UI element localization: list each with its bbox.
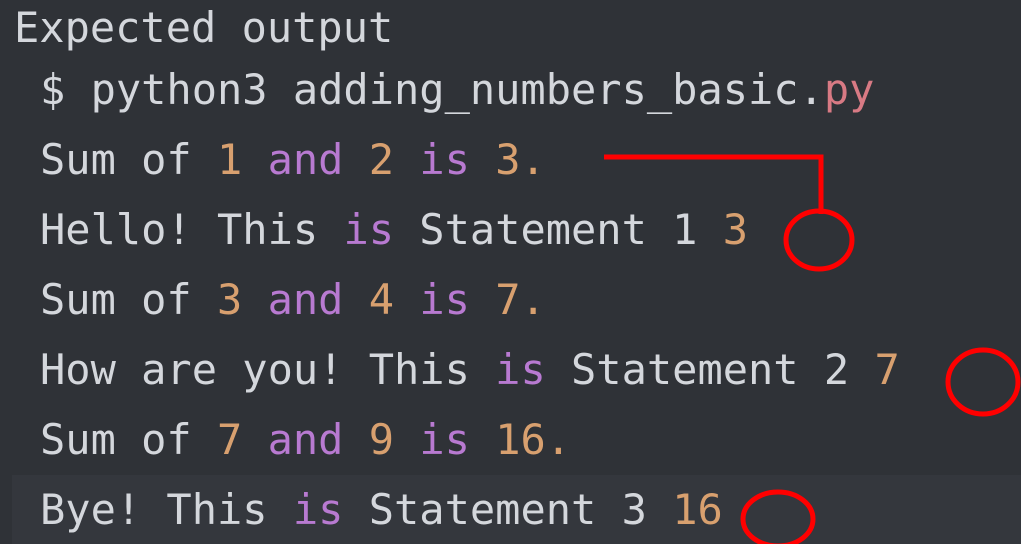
command-extension: py <box>823 65 875 114</box>
text-segment: Sum of <box>40 415 218 464</box>
output-line-2: Hello! This is Statement 1 3 <box>40 195 748 265</box>
text-segment: Sum of <box>40 275 218 324</box>
keyword-segment: is <box>495 345 546 394</box>
period-segment: . <box>520 135 546 184</box>
highlight-circle-1 <box>783 208 855 272</box>
command-text: $ python3 adding_numbers_basic. <box>40 65 824 114</box>
number-segment: 16 <box>495 415 546 464</box>
output-line-6: Bye! This is Statement 3 16 <box>12 475 1021 544</box>
highlight-circle-2 <box>945 347 1021 417</box>
command-line: $ python3 adding_numbers_basic.py <box>40 55 874 125</box>
number-segment: 7 <box>495 275 521 324</box>
text-segment: How are you! This <box>40 345 496 394</box>
text-segment: Statement 1 <box>394 205 723 254</box>
output-line-4: How are you! This is Statement 2 7 <box>40 335 900 405</box>
period-segment: . <box>545 415 572 464</box>
keyword-segment: is <box>394 275 496 324</box>
keyword-segment: and <box>242 415 369 464</box>
keyword-segment: is <box>394 415 496 464</box>
number-segment: 1 <box>217 135 243 184</box>
number-segment: 3 <box>722 205 749 254</box>
number-segment: 3 <box>495 135 521 184</box>
keyword-segment: is <box>292 485 344 534</box>
number-segment: 7 <box>874 345 900 394</box>
text-segment: Hello! This <box>40 205 344 254</box>
number-segment: 7 <box>217 415 243 464</box>
number-segment: 2 <box>368 135 395 184</box>
keyword-segment: is <box>394 135 496 184</box>
text-segment: Bye! This <box>40 485 293 534</box>
output-line-5: Sum of 7 and 9 is 16. <box>40 405 571 475</box>
number-segment: 3 <box>217 275 243 324</box>
text-segment: Statement 3 <box>343 485 673 534</box>
output-line-3: Sum of 3 and 4 is 7. <box>40 265 546 335</box>
keyword-segment: and <box>242 275 369 324</box>
text-segment: Sum of <box>40 135 218 184</box>
terminal-output-panel: Expected output $ python3 adding_numbers… <box>0 0 1021 544</box>
number-segment: 4 <box>368 275 395 324</box>
section-title: Expected output <box>14 3 394 52</box>
keyword-segment: is <box>343 205 395 254</box>
period-segment: . <box>520 275 546 324</box>
number-segment: 9 <box>368 415 395 464</box>
keyword-segment: and <box>242 135 369 184</box>
output-line-1: Sum of 1 and 2 is 3. <box>40 125 546 195</box>
text-segment: Statement 2 <box>545 345 875 394</box>
number-segment: 16 <box>672 485 723 534</box>
